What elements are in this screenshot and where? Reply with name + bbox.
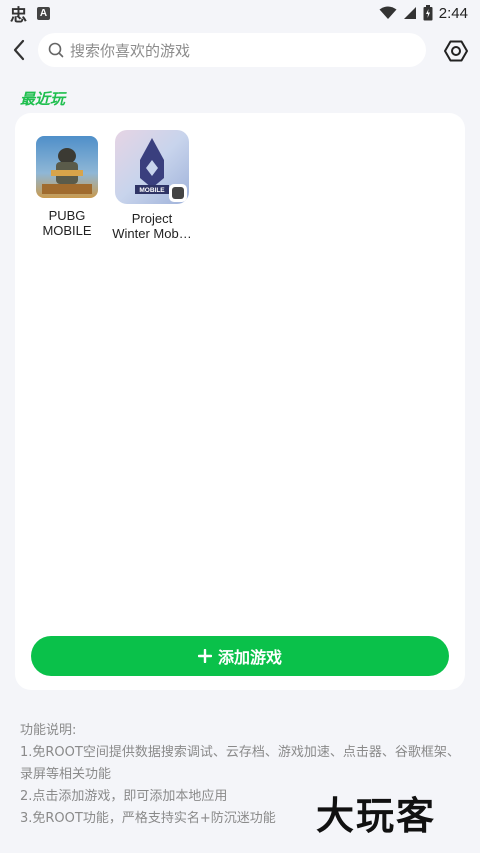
pubg-mobile-icon xyxy=(36,136,98,198)
status-time: 2:44 xyxy=(438,4,468,22)
search-icon xyxy=(48,42,64,58)
plus-icon xyxy=(197,649,212,663)
svg-text:MOBILE: MOBILE xyxy=(139,187,165,194)
game-name: Project Winter Mob… xyxy=(112,211,192,241)
back-arrow-icon[interactable] xyxy=(8,36,32,64)
add-game-button[interactable]: 添加游戏 xyxy=(31,636,449,676)
app-notification-icon: 忠 xyxy=(10,5,27,26)
wifi-icon xyxy=(379,6,397,19)
project-winter-icon: MOBILE xyxy=(115,130,189,204)
game-name: PUBG MOBILE xyxy=(42,208,92,238)
top-bar: 搜索你喜欢的游戏 xyxy=(0,30,480,70)
description-heading: 功能说明: xyxy=(20,723,77,738)
game-item-project-winter[interactable]: MOBILE Project Winter Mob… xyxy=(107,130,197,241)
section-title-recent: 最近玩 xyxy=(20,90,66,108)
add-game-label: 添加游戏 xyxy=(217,648,282,667)
search-input[interactable]: 搜索你喜欢的游戏 xyxy=(38,33,426,67)
watermark-logo: 大玩客 xyxy=(316,785,466,838)
settings-icon[interactable] xyxy=(443,38,469,64)
recent-games-card: PUBG MOBILE MOBILE Project Winter Mob… 添… xyxy=(15,113,465,690)
battery-icon xyxy=(423,5,433,21)
game-item-pubg[interactable]: PUBG MOBILE xyxy=(22,136,112,238)
status-bar: 忠 A 2:44 xyxy=(0,0,480,26)
a-icon: A xyxy=(37,6,50,20)
watermark-text: 大玩客 xyxy=(316,793,437,838)
search-placeholder: 搜索你喜欢的游戏 xyxy=(70,41,191,60)
signal-icon xyxy=(403,7,416,19)
description-line: 1.免ROOT空间提供数据搜索调试、云存档、游戏加速、点击器、谷歌框架、录屏等相… xyxy=(20,745,460,782)
